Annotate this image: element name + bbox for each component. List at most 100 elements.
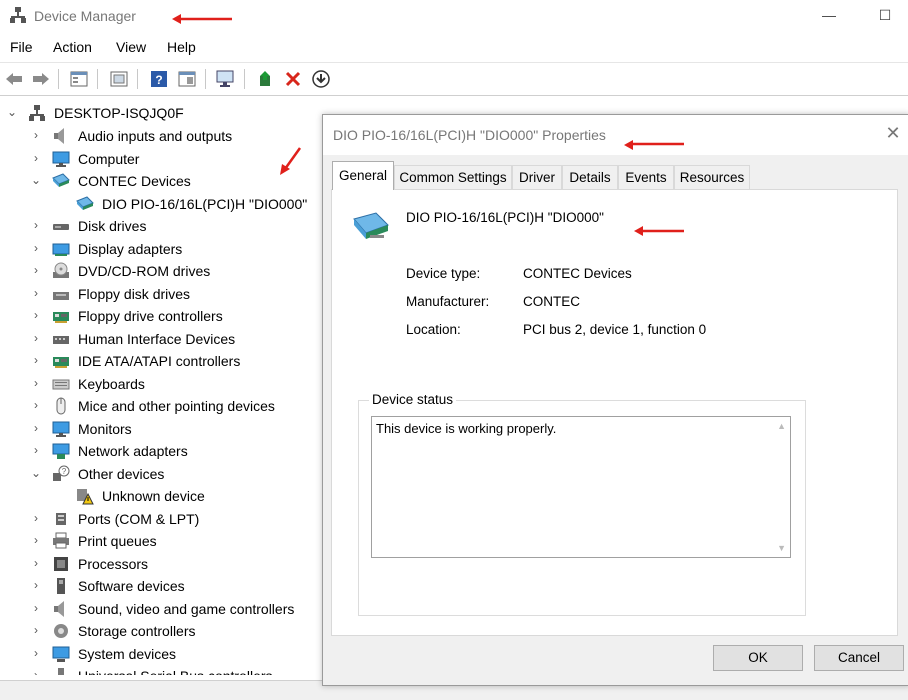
device-view-icon[interactable]	[176, 68, 198, 90]
menu-action[interactable]: Action	[53, 39, 92, 55]
properties-view-icon[interactable]	[68, 68, 90, 90]
tree-root[interactable]: ⌄ DESKTOP-ISQJQ0F	[0, 102, 322, 124]
list-view-icon[interactable]	[108, 68, 130, 90]
tree-category-item[interactable]: › Mice and other pointing devices	[0, 395, 322, 417]
tree-category-item[interactable]: ⌄? Other devices	[0, 463, 322, 485]
tree-item-label: DVD/CD-ROM drives	[78, 263, 211, 279]
tree-category-item[interactable]: › Monitors	[0, 418, 322, 440]
chevron-right-icon[interactable]: ›	[30, 263, 42, 277]
tab-details[interactable]: Details	[562, 165, 618, 189]
svg-text:?: ?	[62, 467, 67, 476]
tree-category-item[interactable]: › Computer	[0, 148, 322, 170]
chevron-right-icon[interactable]: ›	[30, 308, 42, 322]
tree-item-label: Computer	[78, 150, 140, 167]
chevron-right-icon[interactable]: ›	[30, 623, 42, 637]
chevron-right-icon[interactable]: ›	[30, 578, 42, 592]
chevron-right-icon[interactable]: ›	[30, 511, 42, 525]
window-title: Device Manager	[34, 8, 136, 24]
chevron-right-icon[interactable]: ›	[30, 668, 42, 675]
tree-category-item[interactable]: › Human Interface Devices	[0, 328, 322, 350]
tab-common-settings[interactable]: Common Settings	[394, 165, 512, 189]
tree-category-item[interactable]: › Keyboards	[0, 373, 322, 395]
tree-item-label: Universal Serial Bus controllers	[78, 668, 273, 675]
scan-hardware-icon[interactable]	[215, 68, 237, 90]
tree-category-item[interactable]: › Universal Serial Bus controllers	[0, 665, 322, 675]
menu-bar: File Action View Help	[0, 36, 908, 60]
tree-child-item[interactable]: DIO PIO-16/16L(PCI)H "DIO000"	[0, 193, 322, 215]
chevron-right-icon[interactable]: ›	[30, 421, 42, 435]
minimize-button[interactable]: —	[817, 4, 841, 26]
tree-category-item[interactable]: › Software devices	[0, 575, 322, 597]
contec-card-icon	[352, 209, 390, 243]
menu-file[interactable]: File	[10, 39, 33, 55]
chevron-right-icon[interactable]: ›	[30, 218, 42, 232]
tree-item-label: Ports (COM & LPT)	[78, 510, 200, 527]
device-manager-icon	[9, 6, 27, 24]
tree-item-label: Keyboards	[78, 375, 145, 392]
tree-category-item[interactable]: › Print queues	[0, 530, 322, 552]
chevron-down-icon[interactable]: ⌄	[30, 466, 42, 480]
chevron-down-icon[interactable]: ⌄	[6, 105, 18, 119]
system-icon	[52, 645, 70, 663]
update-driver-icon[interactable]	[255, 68, 277, 90]
tree-category-item[interactable]: › Audio inputs and outputs	[0, 125, 322, 147]
tree-item-label: CONTEC Devices	[78, 173, 191, 189]
chevron-right-icon[interactable]: ›	[30, 286, 42, 300]
scroll-down-icon[interactable]: ▼	[777, 543, 786, 553]
tree-category-item[interactable]: › DVD/CD-ROM drives	[0, 260, 322, 282]
device-status-textbox[interactable]: This device is working properly. ▲ ▼	[371, 416, 791, 558]
chevron-right-icon[interactable]: ›	[30, 443, 42, 457]
chevron-right-icon[interactable]: ›	[30, 353, 42, 367]
back-icon[interactable]	[3, 68, 25, 90]
cancel-button[interactable]: Cancel	[814, 645, 904, 671]
general-tab-panel: DIO PIO-16/16L(PCI)H "DIO000" Device typ…	[331, 189, 898, 636]
forward-icon[interactable]	[30, 68, 52, 90]
tree-category-item[interactable]: › Processors	[0, 553, 322, 575]
tree-category-item[interactable]: › Network adapters	[0, 440, 322, 462]
tree-category-item[interactable]: › Floppy drive controllers	[0, 305, 322, 327]
chevron-right-icon[interactable]: ›	[30, 376, 42, 390]
tab-resources[interactable]: Resources	[674, 165, 750, 189]
tree-item-label: Disk drives	[78, 218, 147, 234]
help-icon[interactable]: ?	[148, 68, 170, 90]
menu-help[interactable]: Help	[167, 39, 196, 55]
tree-category-item[interactable]: › System devices	[0, 643, 322, 665]
tree-item-label: Other devices	[78, 465, 165, 482]
chevron-right-icon[interactable]: ›	[30, 533, 42, 547]
chevron-right-icon[interactable]: ›	[30, 241, 42, 255]
tree-item-label: Sound, video and game controllers	[78, 600, 295, 617]
tree-category-item[interactable]: › Storage controllers	[0, 620, 322, 642]
chevron-right-icon[interactable]: ›	[30, 398, 42, 412]
download-icon[interactable]	[310, 68, 332, 90]
tree-category-item[interactable]: › Sound, video and game controllers	[0, 598, 322, 620]
tree-category-item[interactable]: › IDE ATA/ATAPI controllers	[0, 350, 322, 372]
scroll-up-icon[interactable]: ▲	[777, 421, 786, 431]
uninstall-icon[interactable]	[282, 68, 304, 90]
chevron-right-icon[interactable]: ›	[30, 601, 42, 615]
tree-item-label: Software devices	[78, 578, 185, 594]
tab-driver[interactable]: Driver	[512, 165, 562, 189]
chevron-right-icon[interactable]: ›	[30, 151, 42, 165]
chevron-right-icon[interactable]: ›	[30, 556, 42, 570]
tree-category-item[interactable]: › Floppy disk drives	[0, 283, 322, 305]
chevron-right-icon[interactable]: ›	[30, 128, 42, 142]
tree-child-item[interactable]: Unknown device	[0, 485, 322, 507]
tree-category-item[interactable]: › Ports (COM & LPT)	[0, 508, 322, 530]
printer-icon	[52, 532, 70, 550]
tree-category-item[interactable]: ⌄ CONTEC Devices	[0, 170, 322, 192]
close-icon[interactable]: ✕	[883, 123, 903, 143]
chevron-right-icon[interactable]: ›	[30, 646, 42, 660]
menu-view[interactable]: View	[116, 39, 146, 55]
tree-root-label: DESKTOP-ISQJQ0F	[54, 105, 184, 121]
chevron-down-icon[interactable]: ⌄	[30, 173, 42, 187]
device-status-group: Device status This device is working pro…	[358, 392, 806, 616]
tree-category-item[interactable]: › Display adapters	[0, 238, 322, 260]
hid-icon	[52, 330, 70, 348]
tree-category-item[interactable]: › Disk drives	[0, 215, 322, 237]
tab-events[interactable]: Events	[618, 165, 674, 189]
tab-general[interactable]: General	[332, 161, 394, 190]
tree-item-label: Display adapters	[78, 240, 183, 257]
maximize-button[interactable]: ☐	[873, 4, 897, 26]
chevron-right-icon[interactable]: ›	[30, 331, 42, 345]
ok-button[interactable]: OK	[713, 645, 803, 671]
